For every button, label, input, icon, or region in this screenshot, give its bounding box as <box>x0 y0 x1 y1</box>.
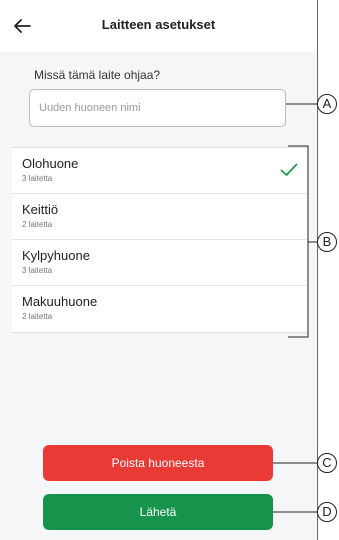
room-device-count: 3 laitetta <box>22 266 53 275</box>
room-list-item[interactable]: Keittiö 2 laitetta <box>12 194 307 240</box>
room-name: Keittiö <box>22 202 59 217</box>
room-device-count: 2 laitetta <box>22 312 53 321</box>
room-list-item[interactable]: Makuuhuone 2 laitetta <box>12 286 307 332</box>
callout-d: D <box>317 502 337 522</box>
callout-a: A <box>317 94 337 114</box>
room-device-count: 3 laitetta <box>22 174 53 183</box>
page-title: Laitteen asetukset <box>101 17 216 32</box>
room-name: Olohuone <box>22 156 79 171</box>
room-list: Olohuone 3 laitetta Keittiö 2 laitetta K… <box>12 147 307 333</box>
room-list-item[interactable]: Kylpyhuone 3 laitetta <box>12 240 307 286</box>
remove-from-room-button[interactable]: Poista huoneesta <box>43 445 273 481</box>
room-question-label: Missä tämä laite ohjaa? <box>34 68 161 82</box>
checkmark-icon <box>280 163 298 176</box>
phone-screen: Laitteen asetukset Missä tämä laite ohja… <box>0 0 318 540</box>
callout-c: C <box>317 453 337 473</box>
room-name: Kylpyhuone <box>22 248 90 263</box>
new-room-name-input[interactable] <box>29 89 286 127</box>
room-list-item[interactable]: Olohuone 3 laitetta <box>12 148 307 194</box>
callout-b: B <box>317 232 337 252</box>
room-device-count: 2 laitetta <box>22 220 53 229</box>
submit-button[interactable]: Lähetä <box>43 494 273 530</box>
app-header: Laitteen asetukset <box>0 0 317 52</box>
room-name: Makuuhuone <box>22 294 98 309</box>
